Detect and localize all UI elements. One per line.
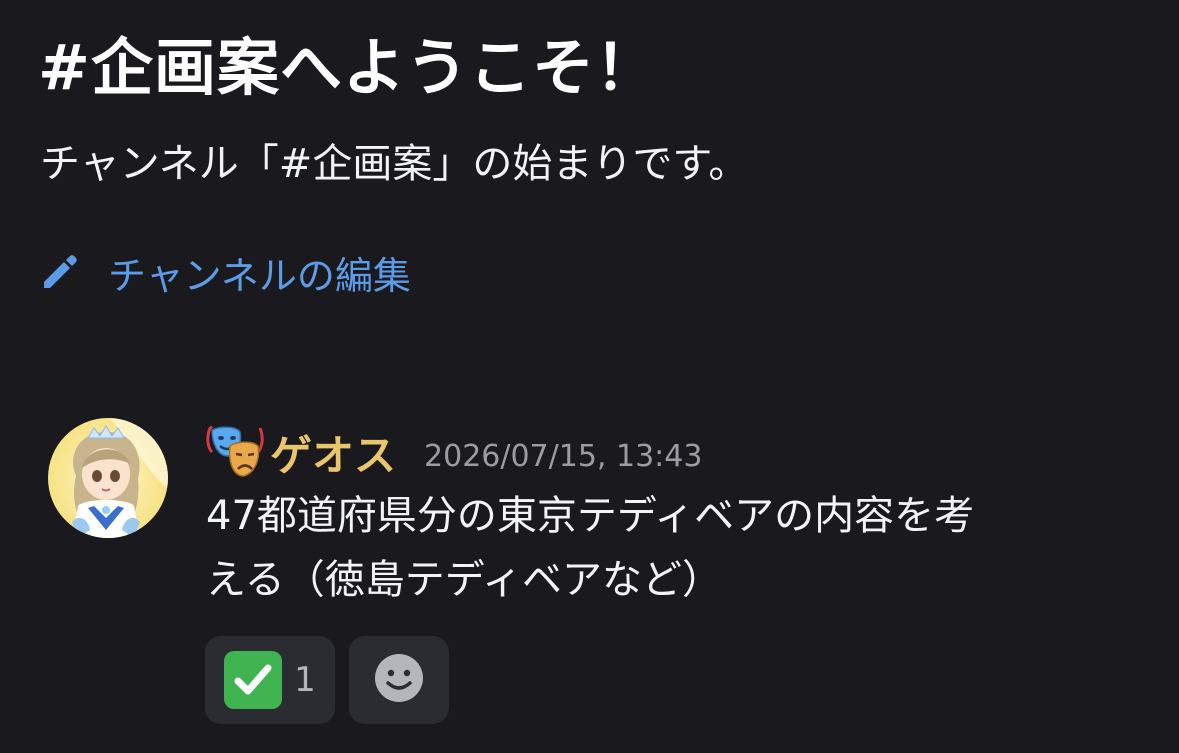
reactions-bar: 1 <box>205 636 463 724</box>
avatar[interactable] <box>48 418 168 538</box>
edit-channel-label: チャンネルの編集 <box>108 253 411 298</box>
reaction-check[interactable]: 1 <box>205 636 335 724</box>
message-text-line: 47都道府県分の東京テディベアの内容を考 <box>206 493 975 539</box>
edit-channel-link[interactable]: チャンネルの編集 <box>38 246 411 298</box>
welcome-subtitle: チャンネル「#企画案」の始まりです。 <box>40 141 749 187</box>
welcome-title: #企画案へようこそ！ <box>38 31 658 104</box>
reaction-count: 1 <box>294 660 316 700</box>
message-header: ゲオス 2026/07/15, 13:43 <box>206 424 702 480</box>
performing-arts-icon <box>206 424 264 480</box>
check-mark-icon <box>224 651 283 709</box>
smiley-face-icon <box>373 652 425 708</box>
message-content: 47都道府県分の東京テディベアの内容を考 える（徳島テディベアなど） <box>206 484 1146 612</box>
message-text-line: える（徳島テディベアなど） <box>206 557 722 603</box>
pencil-icon <box>38 250 82 294</box>
timestamp: 2026/07/15, 13:43 <box>424 438 703 474</box>
add-reaction-button[interactable] <box>349 636 449 724</box>
username[interactable]: ゲオス <box>270 422 396 483</box>
